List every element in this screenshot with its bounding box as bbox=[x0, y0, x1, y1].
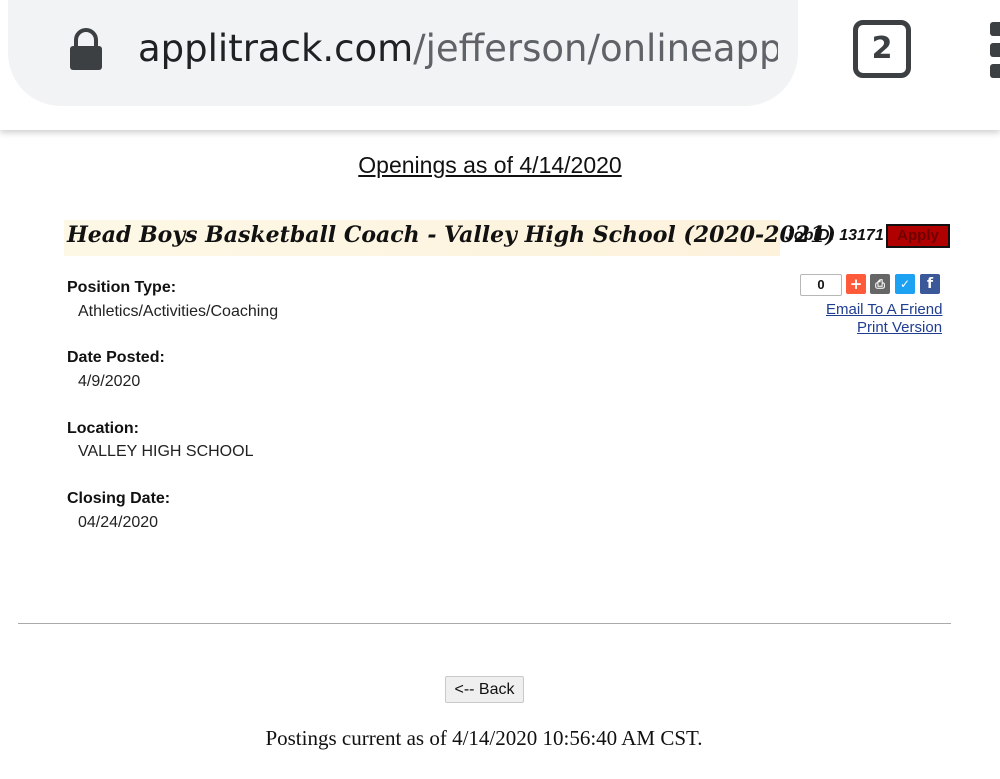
share-count: 0 bbox=[800, 274, 842, 296]
plus-icon[interactable]: + bbox=[846, 274, 866, 294]
print-icon[interactable]: ⎙ bbox=[870, 274, 890, 294]
location-label: Location: bbox=[67, 420, 139, 437]
postings-timestamp: Postings current as of 4/14/2020 10:56:4… bbox=[265, 726, 703, 750]
url-text[interactable]: applitrack.com/jefferson/onlineapp/Jc bbox=[138, 24, 778, 74]
overflow-menu-icon[interactable] bbox=[990, 22, 1000, 82]
position-type-value: Athletics/Activities/Coaching bbox=[78, 303, 279, 320]
location-value: VALLEY HIGH SCHOOL bbox=[78, 443, 254, 460]
closing-date-value: 04/24/2020 bbox=[78, 514, 159, 531]
facebook-icon[interactable]: f bbox=[920, 274, 940, 294]
job-title: Head Boys Basketball Coach - Valley High… bbox=[67, 222, 836, 248]
job-id: JobID: 13171 bbox=[785, 227, 884, 244]
browser-toolbar: applitrack.com/jefferson/onlineapp/Jc 2 bbox=[0, 0, 1000, 130]
back-button[interactable]: <-- Back bbox=[445, 676, 524, 703]
apply-button[interactable]: Apply bbox=[886, 224, 950, 248]
print-version-link[interactable]: Print Version bbox=[857, 319, 942, 336]
twitter-icon[interactable]: ✓ bbox=[895, 274, 915, 294]
divider bbox=[18, 623, 951, 624]
date-posted-label: Date Posted: bbox=[67, 349, 165, 366]
address-bar[interactable]: applitrack.com/jefferson/onlineapp/Jc bbox=[8, 0, 798, 106]
email-to-friend-link[interactable]: Email To A Friend bbox=[826, 301, 942, 318]
openings-header-link[interactable]: Openings as of 4/14/2020 bbox=[0, 152, 980, 179]
url-domain: applitrack.com bbox=[138, 27, 414, 70]
date-posted-value: 4/9/2020 bbox=[78, 373, 141, 390]
tab-switcher-button[interactable]: 2 bbox=[853, 20, 911, 78]
position-type-label: Position Type: bbox=[67, 279, 177, 296]
closing-date-label: Closing Date: bbox=[67, 490, 171, 507]
url-path: /jefferson/onlineapp/Jc bbox=[413, 27, 778, 70]
lock-icon bbox=[70, 28, 102, 70]
